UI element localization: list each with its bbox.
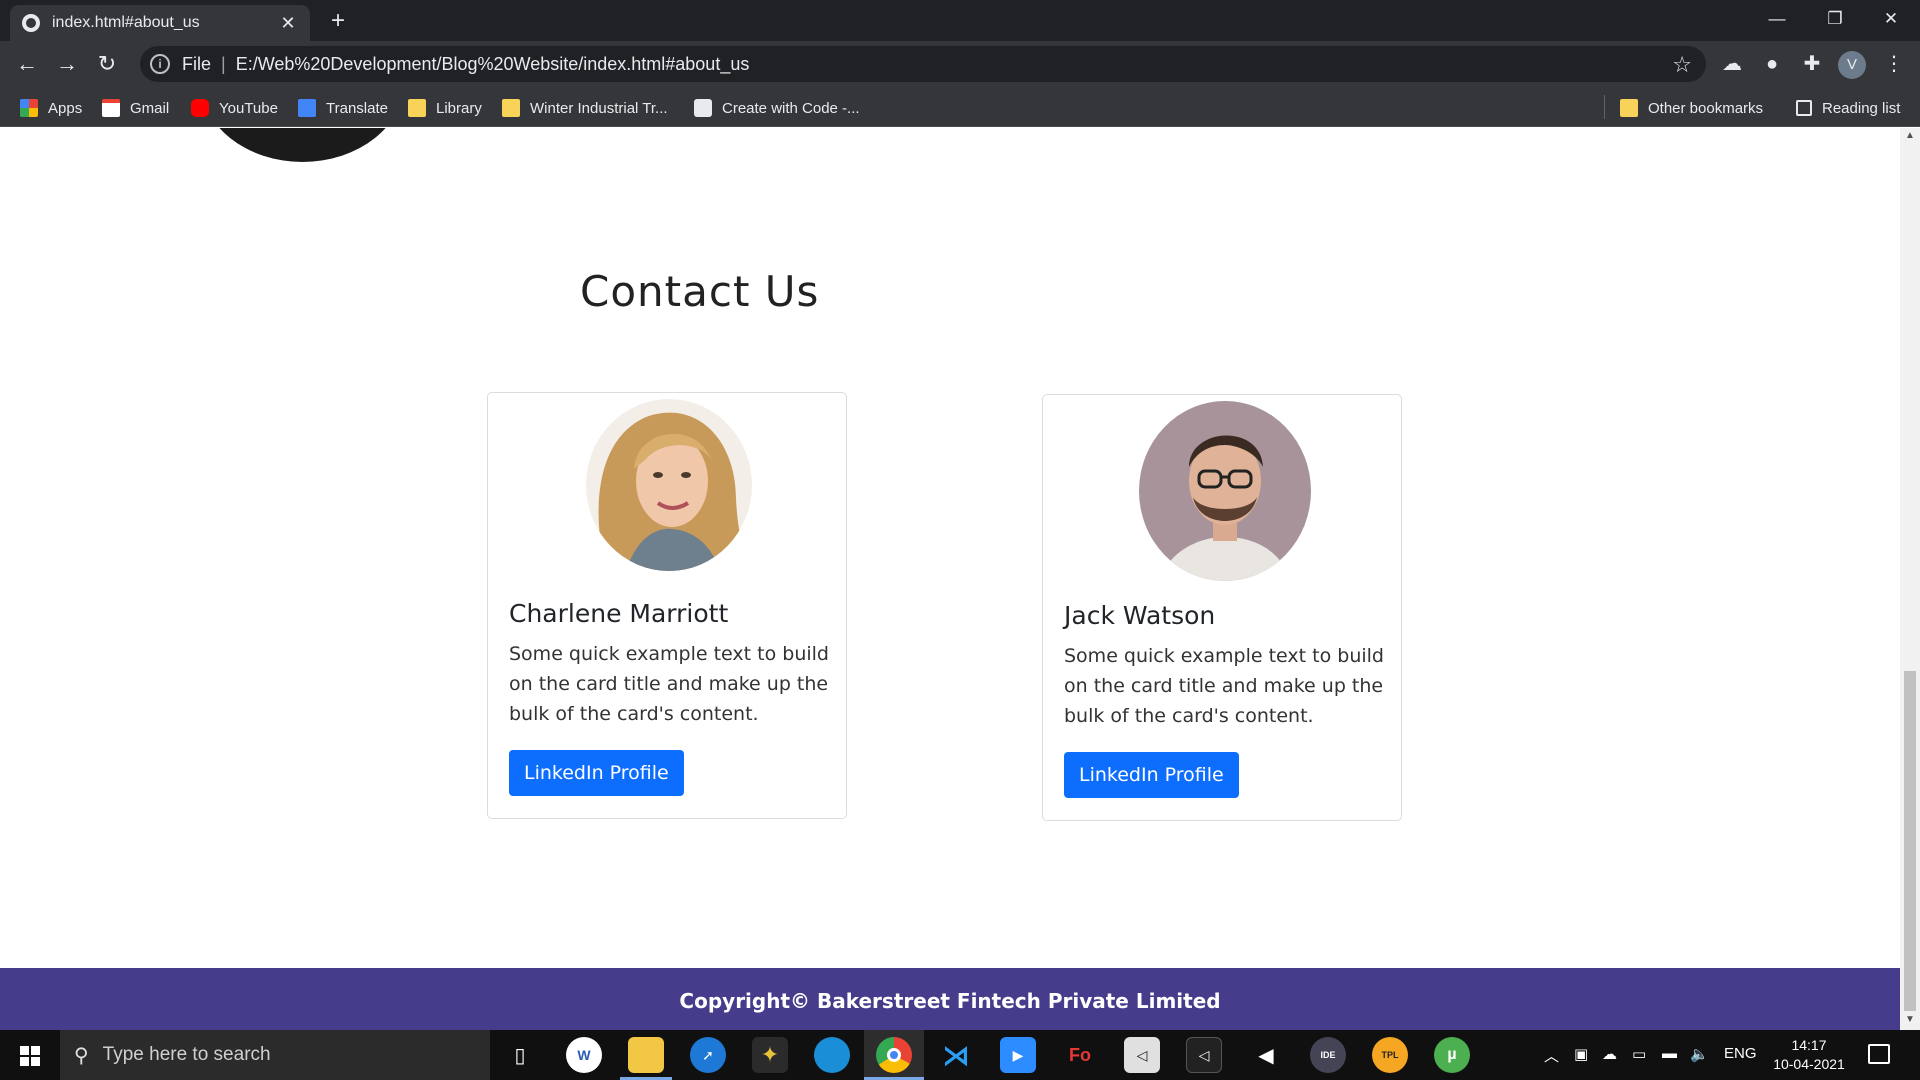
contact-card: Charlene Marriott Some quick example tex… — [487, 392, 847, 819]
clock-date: 10-04-2021 — [1773, 1056, 1845, 1072]
tab-close-button[interactable]: ✕ — [278, 13, 298, 33]
tray-chevron-up-icon[interactable]: ︿ — [1544, 1045, 1559, 1066]
bookmarks-divider — [1604, 95, 1605, 119]
address-scheme-label: File — [182, 53, 212, 74]
menu-kebab-icon[interactable]: ⋮ — [1880, 50, 1908, 78]
browser-tab-active[interactable]: index.html#about_us ✕ — [10, 5, 310, 41]
card-text: Some quick example text to build on the … — [509, 643, 829, 725]
scrollbar-thumb[interactable] — [1904, 671, 1916, 1011]
address-bar[interactable]: i File | E:/Web%20Development/Blog%20Web… — [140, 46, 1706, 82]
card-text: Some quick example text to build on the … — [1064, 645, 1384, 727]
tpl-app-icon[interactable]: TPL — [1372, 1037, 1408, 1073]
x-ide-icon[interactable]: IDE — [1310, 1037, 1346, 1073]
folder-icon — [408, 99, 426, 117]
minimize-button[interactable]: — — [1748, 0, 1806, 38]
apps-grid-icon — [20, 99, 38, 117]
reading-list-button[interactable]: Reading list — [1796, 97, 1900, 119]
folder-icon — [502, 99, 520, 117]
close-window-button[interactable]: ✕ — [1862, 0, 1920, 38]
volume-icon[interactable]: 🔈 — [1690, 1045, 1709, 1063]
bookmark-gmail[interactable]: Gmail — [102, 97, 169, 119]
back-button[interactable]: ← — [13, 50, 41, 78]
bookmark-other-bookmarks[interactable]: Other bookmarks — [1620, 97, 1763, 119]
browser-tab-bar: index.html#about_us ✕ + — ❐ ✕ — [0, 0, 1920, 41]
man-portrait-illustration — [1139, 401, 1311, 581]
bookmark-create-with-code[interactable]: Create with Code -... — [694, 97, 860, 119]
page-viewport: Contact Us Charlene Marriott Some quick … — [0, 128, 1900, 1030]
search-icon: ⚲ — [74, 1044, 89, 1067]
tab-title: index.html#about_us — [52, 14, 200, 31]
linkedin-profile-button[interactable]: LinkedIn Profile — [509, 750, 684, 796]
windows-taskbar: ⚲ Type here to search ▯ W ➚ ✦ ⋊ ▶ Fo ◁ ◁… — [0, 1030, 1920, 1080]
profile-photo-man — [1139, 401, 1311, 581]
bookmark-translate[interactable]: Translate — [298, 97, 388, 119]
vscode-icon[interactable]: ⋊ — [938, 1037, 974, 1073]
unity-icon — [694, 99, 712, 117]
woman-portrait-illustration — [586, 399, 752, 571]
card-title: Jack Watson — [1064, 601, 1216, 630]
restore-button[interactable]: ❐ — [1806, 0, 1864, 38]
gmail-icon — [102, 99, 120, 117]
windows-logo-icon — [20, 1046, 40, 1066]
bookmark-winter-industrial[interactable]: Winter Industrial Tr... — [502, 97, 668, 119]
unity-hub-icon[interactable]: ◁ — [1124, 1037, 1160, 1073]
compass-app-icon[interactable]: ➚ — [690, 1037, 726, 1073]
battery-icon[interactable]: ▬ — [1662, 1045, 1677, 1062]
taskbar-search-placeholder: Type here to search — [102, 1044, 271, 1065]
scroll-down-arrow-icon[interactable]: ▼ — [1900, 1014, 1920, 1028]
bookmark-star-icon[interactable]: ☆ — [1672, 52, 1692, 78]
extension-icon[interactable]: ● — [1758, 50, 1786, 78]
page-footer: Copyright© Bakerstreet Fintech Private L… — [0, 968, 1900, 1030]
chrome-browser-icon[interactable] — [876, 1037, 912, 1073]
linkedin-profile-button[interactable]: LinkedIn Profile — [1064, 752, 1239, 798]
globe-icon — [22, 14, 40, 32]
page-scrollbar[interactable]: ▲ ▼ — [1900, 128, 1920, 1030]
scroll-up-arrow-icon[interactable]: ▲ — [1900, 130, 1920, 144]
browser-toolbar: ← → ↻ i File | E:/Web%20Development/Blog… — [0, 41, 1920, 87]
forward-button[interactable]: → — [53, 50, 81, 78]
onedrive-cloud-icon[interactable]: ☁ — [1602, 1045, 1617, 1063]
clock-time: 14:17 — [1791, 1037, 1827, 1053]
about-image-partial — [200, 128, 405, 162]
card-title: Charlene Marriott — [509, 599, 729, 628]
translate-icon — [298, 99, 316, 117]
app-w-icon[interactable]: W — [566, 1037, 602, 1073]
network-icon[interactable]: ▭ — [1632, 1045, 1646, 1063]
new-tab-button[interactable]: + — [325, 8, 351, 34]
contact-card: Jack Watson Some quick example text to b… — [1042, 394, 1402, 821]
language-indicator[interactable]: ENG — [1724, 1045, 1757, 1062]
zoom-app-icon[interactable]: ▶ — [1000, 1037, 1036, 1073]
cloud-extension-icon[interactable]: ☁ — [1718, 50, 1746, 78]
bookmark-library[interactable]: Library — [408, 97, 482, 119]
reading-list-icon — [1796, 100, 1812, 116]
bookmark-youtube[interactable]: YouTube — [191, 97, 278, 119]
youtube-icon — [191, 99, 209, 117]
file-explorer-icon[interactable] — [628, 1037, 664, 1073]
foxit-app-icon[interactable]: Fo — [1062, 1037, 1098, 1073]
notifications-icon[interactable] — [1868, 1044, 1890, 1064]
folder-icon — [1620, 99, 1638, 117]
unity-icon[interactable]: ◀ — [1248, 1037, 1284, 1073]
tray-meet-icon[interactable]: ▣ — [1574, 1045, 1588, 1063]
section-title: Contact Us — [580, 267, 820, 316]
puzzle-app-icon[interactable]: ✦ — [752, 1037, 788, 1073]
task-view-icon[interactable]: ▯ — [502, 1037, 538, 1073]
bookmark-apps[interactable]: Apps — [20, 97, 82, 119]
start-button[interactable] — [0, 1030, 60, 1080]
site-info-icon[interactable]: i — [150, 54, 170, 74]
profile-photo-woman — [586, 399, 752, 571]
profile-avatar[interactable]: V — [1838, 51, 1866, 79]
edge-browser-icon[interactable] — [814, 1037, 850, 1073]
address-separator: | — [221, 53, 226, 74]
utorrent-icon[interactable]: µ — [1434, 1037, 1470, 1073]
reload-button[interactable]: ↻ — [93, 50, 121, 78]
address-url[interactable]: E:/Web%20Development/Blog%20Website/inde… — [236, 54, 750, 75]
unity-editor-icon[interactable]: ◁ — [1186, 1037, 1222, 1073]
footer-copyright-text: Copyright© Bakerstreet Fintech Private L… — [679, 989, 1221, 1013]
bookmarks-bar: Apps Gmail YouTube Translate Library Win… — [0, 87, 1920, 127]
puzzle-extensions-icon[interactable]: ✚ — [1798, 50, 1826, 78]
taskbar-clock[interactable]: 14:17 10-04-2021 — [1764, 1036, 1854, 1074]
taskbar-search-box[interactable]: ⚲ Type here to search — [60, 1030, 490, 1080]
